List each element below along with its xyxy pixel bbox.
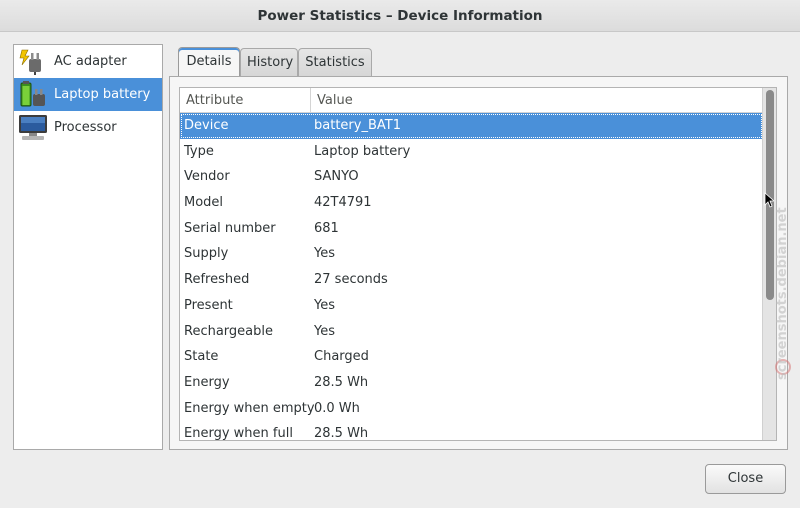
window-title: Power Statistics – Device Information — [0, 0, 800, 32]
table-row[interactable]: Model 42T4791 — [180, 190, 763, 216]
attribute-cell: State — [184, 349, 219, 365]
table-row[interactable]: State Charged — [180, 344, 763, 370]
device-item-label: AC adapter — [54, 54, 127, 69]
laptop-battery-icon — [20, 81, 45, 107]
attribute-cell: Present — [184, 297, 233, 313]
table-row[interactable]: Rechargeable Yes — [180, 319, 763, 345]
details-table[interactable]: Attribute Value Device battery_BAT1 Type… — [179, 87, 777, 441]
close-button[interactable]: Close — [705, 464, 786, 494]
value-cell: 28.5 Wh — [314, 374, 369, 390]
device-item-label: Processor — [54, 120, 117, 135]
tab-details[interactable]: Details — [178, 47, 240, 77]
table-row[interactable]: Present Yes — [180, 293, 763, 319]
value-cell: 42T4791 — [314, 195, 372, 211]
attribute-cell: Device — [184, 118, 229, 133]
table-row[interactable]: Serial number 681 — [180, 216, 763, 242]
attribute-cell: Energy — [184, 374, 230, 390]
value-cell: 27 seconds — [314, 272, 388, 288]
table-row[interactable]: Refreshed 27 seconds — [180, 267, 763, 293]
attribute-cell: Supply — [184, 246, 229, 262]
vertical-scrollbar[interactable] — [762, 88, 776, 440]
attribute-cell: Energy when empty — [184, 400, 315, 416]
device-item-laptop-battery[interactable]: Laptop battery — [14, 78, 162, 111]
attribute-cell: Vendor — [184, 169, 230, 185]
attribute-cell: Model — [184, 195, 224, 211]
attribute-cell: Rechargeable — [184, 323, 273, 339]
table-row[interactable]: Energy when full 28.5 Wh — [180, 421, 763, 441]
attribute-cell: Serial number — [184, 220, 276, 236]
table-body: Device battery_BAT1 Type Laptop battery … — [180, 113, 763, 441]
tab-statistics[interactable]: Statistics — [298, 48, 372, 76]
table-row[interactable]: Device battery_BAT1 — [180, 113, 763, 139]
value-cell: Charged — [314, 349, 369, 365]
column-header-attribute[interactable]: Attribute — [180, 88, 311, 113]
table-row[interactable]: Supply Yes — [180, 241, 763, 267]
device-item-label: Laptop battery — [54, 87, 151, 102]
value-cell: Yes — [314, 323, 335, 339]
table-row[interactable]: Vendor SANYO — [180, 164, 763, 190]
table-header: Attribute Value — [180, 88, 776, 113]
value-cell: Yes — [314, 297, 335, 313]
value-cell: 681 — [314, 220, 339, 236]
value-cell: SANYO — [314, 169, 359, 185]
attribute-cell: Energy when full — [184, 426, 293, 441]
value-cell: battery_BAT1 — [314, 118, 401, 133]
table-row[interactable]: Energy when empty 0.0 Wh — [180, 396, 763, 422]
device-item-ac-adapter[interactable]: AC adapter — [14, 45, 162, 78]
table-row[interactable]: Type Laptop battery — [180, 139, 763, 165]
value-cell: Yes — [314, 246, 335, 262]
tab-history[interactable]: History — [240, 48, 298, 76]
device-item-processor[interactable]: Processor — [14, 111, 162, 144]
column-header-value[interactable]: Value — [311, 88, 751, 113]
value-cell: 28.5 Wh — [314, 426, 369, 441]
processor-icon — [19, 115, 47, 140]
value-cell: Laptop battery — [314, 143, 411, 159]
ac-adapter-icon — [19, 49, 41, 75]
value-cell: 0.0 Wh — [314, 400, 360, 416]
attribute-cell: Refreshed — [184, 272, 250, 288]
mouse-pointer-icon — [764, 192, 774, 208]
table-row[interactable]: Energy 28.5 Wh — [180, 370, 763, 396]
attribute-cell: Type — [184, 143, 214, 159]
watermark: screenshots.debian.net — [772, 207, 800, 380]
device-list[interactable]: AC adapter Laptop battery Processor — [13, 44, 163, 450]
